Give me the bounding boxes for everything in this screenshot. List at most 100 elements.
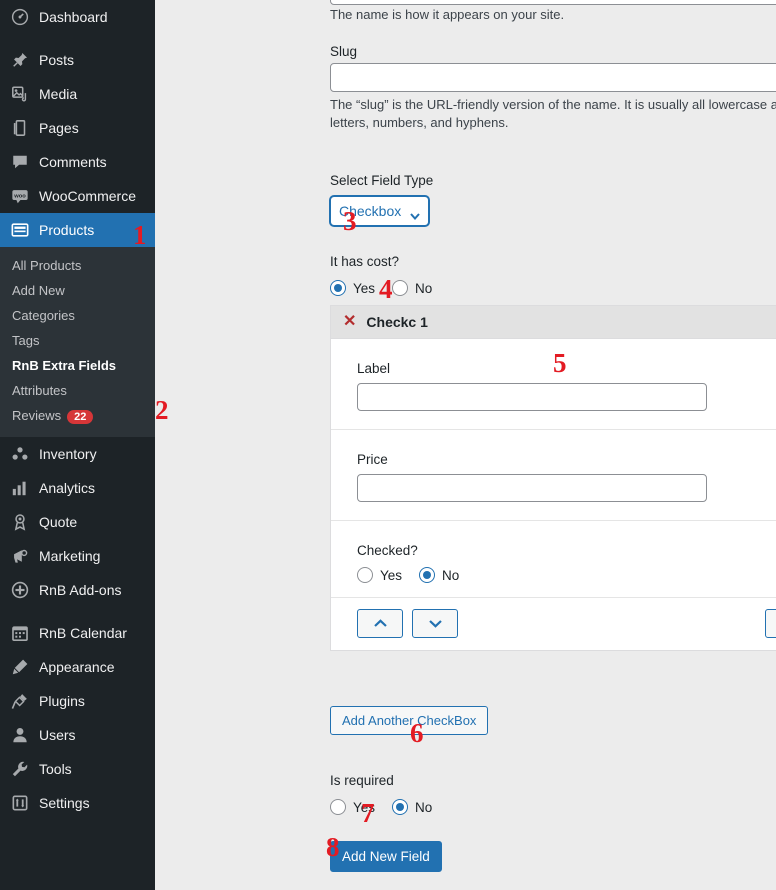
radio-dot-icon bbox=[330, 280, 346, 296]
checkbox-panel-header[interactable]: ✕ Checkc 1 bbox=[331, 306, 776, 339]
media-icon bbox=[10, 84, 30, 104]
checked-no-label: No bbox=[442, 567, 460, 583]
submenu-item-categories[interactable]: Categories bbox=[0, 303, 155, 328]
radio-dot-icon bbox=[392, 799, 409, 815]
radio-circle-icon bbox=[392, 280, 409, 296]
has-cost-no-label: No bbox=[415, 280, 433, 296]
sidebar-item-label: Dashboard bbox=[39, 9, 108, 25]
checked-no-radio[interactable]: No bbox=[419, 567, 459, 583]
move-down-button[interactable] bbox=[412, 609, 458, 638]
add-new-field-button[interactable]: Add New Field bbox=[330, 841, 442, 872]
sidebar-item-users[interactable]: Users bbox=[0, 718, 155, 752]
sidebar-item-label: Quote bbox=[39, 513, 78, 530]
main-content: The name is how it appears on your site.… bbox=[155, 0, 776, 890]
sidebar-item-settings[interactable]: Settings bbox=[0, 786, 155, 820]
submenu-item-attributes[interactable]: Attributes bbox=[0, 378, 155, 403]
is-required-label: Is required bbox=[330, 773, 394, 788]
checked-label: Checked? bbox=[357, 543, 418, 558]
settings-icon bbox=[10, 793, 30, 813]
sidebar-item-quote[interactable]: Quote bbox=[0, 505, 155, 539]
reviews-count-badge: 22 bbox=[67, 409, 94, 424]
move-up-button[interactable] bbox=[357, 609, 403, 638]
has-cost-no-radio[interactable]: No bbox=[392, 280, 432, 296]
has-cost-yes-radio[interactable]: Yes bbox=[330, 280, 375, 296]
quote-icon bbox=[10, 512, 30, 532]
checkbox-label-input[interactable] bbox=[357, 383, 707, 411]
slug-help-text: The “slug” is the URL-friendly version o… bbox=[330, 97, 776, 130]
sidebar-item-appearance[interactable]: Appearance bbox=[0, 650, 155, 684]
sidebar-item-comments[interactable]: Comments bbox=[0, 145, 155, 179]
sidebar-item-label: Users bbox=[39, 726, 76, 743]
is-required-yes-radio[interactable]: Yes bbox=[330, 799, 375, 815]
sidebar-item-label: Products bbox=[39, 222, 95, 238]
price-section: Price bbox=[331, 430, 776, 521]
submenu-item-label: Categories bbox=[12, 308, 75, 323]
submenu-item-reviews[interactable]: Reviews 22 bbox=[0, 403, 155, 429]
submenu-item-label: RnB Extra Fields bbox=[12, 358, 117, 373]
submenu-item-rnb-extra-fields[interactable]: RnB Extra Fields bbox=[0, 353, 155, 378]
sidebar-item-dashboard[interactable]: Dashboard bbox=[0, 0, 155, 34]
checkbox-price-input[interactable] bbox=[357, 474, 707, 502]
calendar-icon bbox=[10, 623, 30, 643]
analytics-icon bbox=[10, 478, 30, 498]
inventory-icon bbox=[10, 444, 30, 464]
radio-circle-icon bbox=[357, 567, 373, 583]
name-input[interactable] bbox=[330, 0, 776, 5]
admin-screen: Dashboard Posts Media Pages Comments woo WooCo… bbox=[0, 0, 776, 890]
sidebar-separator bbox=[0, 34, 155, 43]
comments-icon bbox=[10, 152, 30, 172]
close-icon[interactable]: ✕ bbox=[343, 314, 356, 330]
is-required-no-radio[interactable]: No bbox=[392, 799, 432, 815]
products-submenu: All Products Add New Categories Tags RnB Ext… bbox=[0, 247, 155, 437]
sidebar-item-label: Comments bbox=[39, 154, 107, 170]
sidebar-item-marketing[interactable]: Marketing bbox=[0, 539, 155, 573]
checkbox-item-panel: ✕ Checkc 1 Label Price Checked? Yes No bbox=[330, 305, 776, 651]
sidebar-item-inventory[interactable]: Inventory bbox=[0, 437, 155, 471]
sidebar-item-tools[interactable]: Tools bbox=[0, 752, 155, 786]
checkbox-price-label: Price bbox=[357, 452, 388, 467]
submenu-item-all-products[interactable]: All Products bbox=[0, 253, 155, 278]
has-cost-yes-label: Yes bbox=[353, 280, 376, 296]
submenu-item-label: Add New bbox=[12, 283, 65, 298]
checked-yes-radio[interactable]: Yes bbox=[357, 567, 402, 583]
user-icon bbox=[10, 725, 30, 745]
svg-text:woo: woo bbox=[13, 193, 26, 199]
submenu-item-tags[interactable]: Tags bbox=[0, 328, 155, 353]
submenu-item-label: All Products bbox=[12, 258, 82, 273]
checked-yes-label: Yes bbox=[380, 567, 403, 583]
plug-icon bbox=[10, 691, 30, 711]
is-required-radio-group: Yes No bbox=[330, 799, 449, 815]
add-another-checkbox-button[interactable]: Add Another CheckBox bbox=[330, 706, 489, 735]
megaphone-icon bbox=[10, 546, 30, 566]
woo-icon: woo bbox=[10, 186, 30, 206]
sidebar-item-label: Media bbox=[39, 86, 78, 102]
slug-input[interactable] bbox=[330, 63, 776, 92]
sidebar-item-label: RnB Calendar bbox=[39, 624, 127, 641]
sidebar-item-posts[interactable]: Posts bbox=[0, 43, 155, 77]
sidebar-item-media[interactable]: Media bbox=[0, 77, 155, 111]
field-type-label: Select Field Type bbox=[330, 173, 434, 188]
sidebar-item-analytics[interactable]: Analytics bbox=[0, 471, 155, 505]
sidebar-menu-top: Dashboard Posts Media Pages Comments woo WooCo… bbox=[0, 0, 155, 247]
pin-icon bbox=[10, 50, 30, 70]
sidebar-item-rnb-calendar[interactable]: RnB Calendar bbox=[0, 616, 155, 650]
sidebar-item-label: Analytics bbox=[39, 479, 96, 496]
remove-check-box-button[interactable]: Remove Check Box bbox=[765, 609, 776, 638]
checked-section: Checked? Yes No bbox=[331, 521, 776, 597]
sidebar-separator bbox=[0, 607, 155, 616]
sidebar-item-label: Pages bbox=[39, 120, 79, 136]
products-icon bbox=[10, 220, 30, 240]
slug-label: Slug bbox=[330, 44, 358, 59]
sidebar-item-plugins[interactable]: Plugins bbox=[0, 684, 155, 718]
has-cost-label: It has cost? bbox=[330, 254, 400, 269]
checkbox-panel-footer: Remove Check Box bbox=[331, 597, 776, 650]
sidebar-item-pages[interactable]: Pages bbox=[0, 111, 155, 145]
submenu-item-add-new[interactable]: Add New bbox=[0, 278, 155, 303]
sidebar-item-woocommerce[interactable]: woo WooCommerce bbox=[0, 179, 155, 213]
chevron-up-icon bbox=[373, 616, 387, 631]
field-type-select[interactable]: Checkbox bbox=[330, 196, 429, 226]
chevron-down-icon bbox=[428, 616, 442, 631]
sidebar-item-products[interactable]: Products bbox=[0, 213, 155, 247]
sidebar-item-rnb-add-ons[interactable]: RnB Add-ons bbox=[0, 573, 155, 607]
is-required-yes-label: Yes bbox=[353, 799, 376, 815]
